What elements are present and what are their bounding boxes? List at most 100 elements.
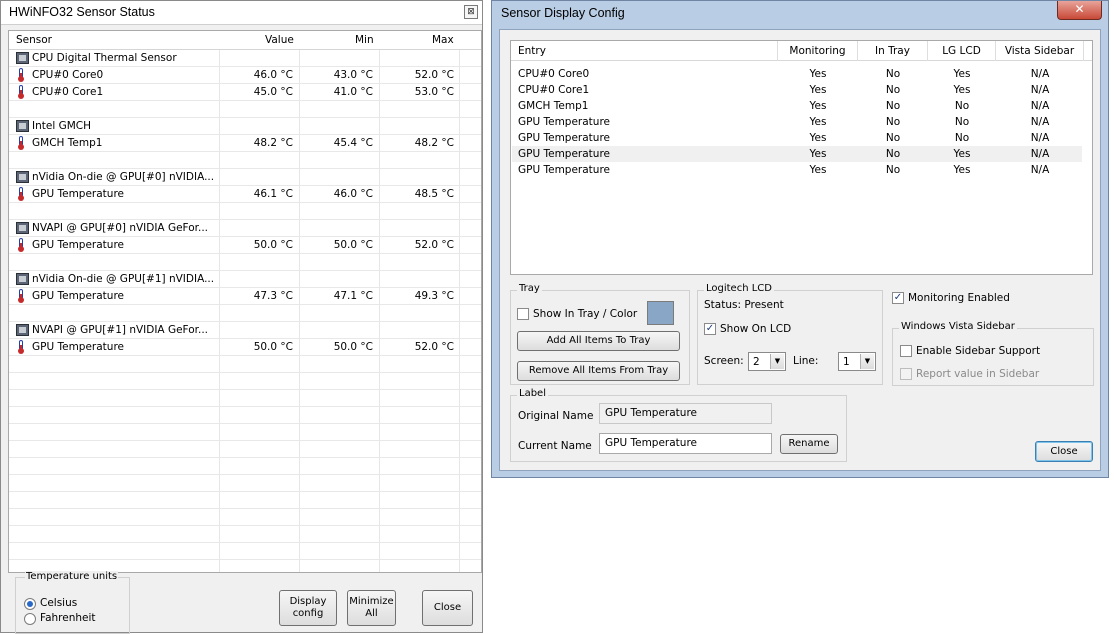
display-config-button[interactable]: Display config [279,590,337,626]
original-name-field: GPU Temperature [599,403,772,424]
list-item[interactable]: CPU#0 Core1 Yes No Yes N/A [512,82,1082,98]
column-header-max[interactable]: Max [432,34,454,46]
column-header-in-tray[interactable]: In Tray [858,41,928,61]
current-name-label: Current Name [518,440,592,452]
window-close-icon[interactable]: ✕ [1057,1,1102,20]
line-select[interactable]: 1 ▼ [838,352,876,371]
add-all-items-to-tray-button[interactable]: Add All Items To Tray [517,331,680,351]
sensor-min: 47.1 °C [333,290,373,302]
fahrenheit-label[interactable]: Fahrenheit [40,612,96,624]
list-item[interactable]: GPU Temperature Yes No Yes N/A [512,162,1082,178]
celsius-radio[interactable] [24,598,36,610]
chip-icon [16,120,29,132]
table-row[interactable] [9,441,481,458]
celsius-label[interactable]: Celsius [40,597,77,609]
enable-sidebar-support-checkbox[interactable] [900,345,912,357]
table-row[interactable]: GPU Temperature 50.0 °C 50.0 °C 52.0 °C [9,339,481,356]
table-row[interactable] [9,526,481,543]
monitoring-cell: Yes [809,164,827,176]
entry-list[interactable]: Entry Monitoring In Tray LG LCD Vista Si… [510,40,1093,275]
in-tray-cell: No [885,116,901,128]
column-header-vista-sidebar[interactable]: Vista Sidebar [996,41,1084,61]
screen-label: Screen: [704,355,744,367]
column-header-min[interactable]: Min [355,34,374,46]
table-row[interactable]: NVAPI @ GPU[#0] nVIDIA GeFor... [9,220,481,237]
sensor-value: 50.0 °C [253,341,293,353]
logitech-lcd-group: Logitech LCD Status: Present ✓ Show On L… [697,283,883,385]
monitoring-enabled-label[interactable]: Monitoring Enabled [908,292,1010,304]
sensor-name: GPU Temperature [32,290,125,302]
tray-group: Tray Show In Tray / Color Add All Items … [510,283,690,385]
table-row[interactable]: NVAPI @ GPU[#1] nVIDIA GeFor... [9,322,481,339]
column-header-sensor[interactable]: Sensor [16,34,52,46]
sensor-status-window: HWiNFO32 Sensor Status ⊠ Sensor Value Mi… [0,0,483,634]
entry-name: GPU Temperature [518,164,611,176]
show-in-tray-checkbox[interactable] [517,308,529,320]
sensor-status-close-icon[interactable]: ⊠ [464,5,478,19]
table-row[interactable] [9,373,481,390]
list-item[interactable]: GPU Temperature Yes No No N/A [512,130,1082,146]
column-header-monitoring[interactable]: Monitoring [778,41,858,61]
show-on-lcd-checkbox[interactable]: ✓ [704,323,716,335]
table-row[interactable] [9,101,481,118]
table-row[interactable] [9,492,481,509]
table-row[interactable] [9,152,481,169]
sensor-max: 52.0 °C [414,239,454,251]
column-header-entry[interactable]: Entry [511,41,778,61]
table-row[interactable]: nVidia On-die @ GPU[#1] nVIDIA... [9,271,481,288]
table-row[interactable] [9,305,481,322]
column-header-lg-lcd[interactable]: LG LCD [928,41,996,61]
table-row[interactable]: GPU Temperature 46.1 °C 46.0 °C 48.5 °C [9,186,481,203]
config-client-area: Entry Monitoring In Tray LG LCD Vista Si… [499,29,1101,471]
tray-color-swatch[interactable] [647,301,674,325]
sensor-list[interactable]: Sensor Value Min Max CPU Digital Thermal… [8,30,482,573]
show-in-tray-label[interactable]: Show In Tray / Color [533,308,637,320]
sensor-value: 47.3 °C [253,290,293,302]
table-row[interactable]: Intel GMCH [9,118,481,135]
rename-button[interactable]: Rename [780,434,838,454]
sensor-name: CPU#0 Core1 [32,86,104,98]
lg-lcd-cell: No [954,100,970,112]
sensor-min: 50.0 °C [333,341,373,353]
sensor-status-titlebar[interactable]: HWiNFO32 Sensor Status ⊠ [1,1,482,25]
sensor-min: 50.0 °C [333,239,373,251]
table-row[interactable]: CPU#0 Core1 45.0 °C 41.0 °C 53.0 °C [9,84,481,101]
remove-all-items-from-tray-button[interactable]: Remove All Items From Tray [517,361,680,381]
table-row[interactable]: GPU Temperature 47.3 °C 47.1 °C 49.3 °C [9,288,481,305]
enable-sidebar-support-label[interactable]: Enable Sidebar Support [916,345,1040,357]
column-header-value[interactable]: Value [265,34,294,46]
list-item[interactable]: GPU Temperature Yes No Yes N/A [512,146,1082,162]
in-tray-cell: No [885,164,901,176]
table-row[interactable] [9,356,481,373]
table-row[interactable]: CPU#0 Core0 46.0 °C 43.0 °C 52.0 °C [9,67,481,84]
sensor-min: 43.0 °C [333,69,373,81]
table-row[interactable] [9,458,481,475]
table-row[interactable]: GPU Temperature 50.0 °C 50.0 °C 52.0 °C [9,237,481,254]
sensor-max: 53.0 °C [414,86,454,98]
monitoring-enabled-checkbox[interactable]: ✓ [892,292,904,304]
show-on-lcd-label[interactable]: Show On LCD [720,323,791,335]
table-row[interactable]: CPU Digital Thermal Sensor [9,50,481,67]
list-item[interactable]: CPU#0 Core0 Yes No Yes N/A [512,66,1082,82]
table-row[interactable]: GMCH Temp1 48.2 °C 45.4 °C 48.2 °C [9,135,481,152]
display-config-button-line2: config [292,608,324,619]
table-row[interactable] [9,424,481,441]
fahrenheit-radio[interactable] [24,613,36,625]
close-button[interactable]: Close [422,590,473,626]
table-row[interactable] [9,254,481,271]
screen-select[interactable]: 2 ▼ [748,352,786,371]
table-row[interactable] [9,475,481,492]
lg-lcd-cell: No [954,132,970,144]
table-row[interactable] [9,407,481,424]
table-row[interactable] [9,390,481,407]
table-row[interactable] [9,543,481,560]
table-row[interactable]: nVidia On-die @ GPU[#0] nVIDIA... [9,169,481,186]
sensor-value: 45.0 °C [253,86,293,98]
table-row[interactable] [9,203,481,220]
table-row[interactable] [9,509,481,526]
current-name-input[interactable]: GPU Temperature [599,433,772,454]
config-close-button[interactable]: Close [1035,441,1093,462]
minimize-all-button[interactable]: Minimize All [347,590,396,626]
list-item[interactable]: GPU Temperature Yes No No N/A [512,114,1082,130]
list-item[interactable]: GMCH Temp1 Yes No No N/A [512,98,1082,114]
